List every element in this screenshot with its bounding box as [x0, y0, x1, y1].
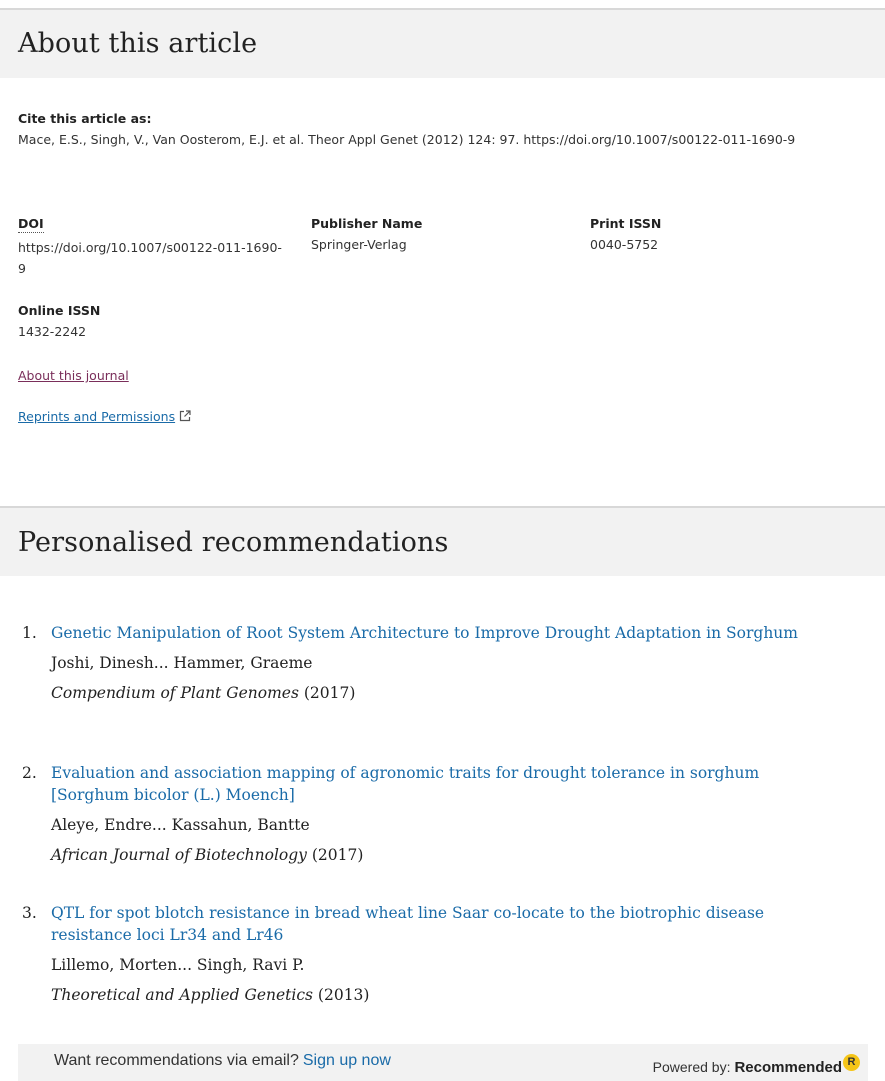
- recommended-brand[interactable]: Recommended: [734, 1059, 842, 1076]
- rec-journal: Compendium of Plant Genomes (2017): [51, 682, 841, 704]
- rec-journal: African Journal of Biotechnology (2017): [51, 844, 841, 866]
- rec-number: 2.: [22, 764, 37, 782]
- online-issn-block: Online ISSN 1432-2242: [18, 300, 218, 342]
- reprints-link-label: Reprints and Permissions: [18, 409, 176, 424]
- rec-title-link[interactable]: QTL for spot blotch resistance in bread …: [51, 902, 841, 946]
- rec-authors: Aleye, Endre... Kassahun, Bantte: [51, 816, 310, 834]
- rec-journal-name: Compendium of Plant Genomes: [51, 684, 299, 702]
- print-issn-block: Print ISSN 0040-5752: [590, 213, 790, 255]
- about-article-heading: About this article: [18, 28, 258, 59]
- footer-prompt-text: Want recommendations via email?: [54, 1052, 299, 1069]
- recommendations-heading: Personalised recommendations: [18, 527, 449, 558]
- recommended-logo-icon: R: [843, 1054, 860, 1071]
- rec-title-link[interactable]: Genetic Manipulation of Root System Arch…: [51, 622, 841, 644]
- publisher-block: Publisher Name Springer-Verlag: [311, 213, 561, 255]
- powered-by-label: Powered by:: [652, 1059, 731, 1075]
- cite-text: Mace, E.S., Singh, V., Van Oosterom, E.J…: [18, 132, 796, 147]
- rec-body: Evaluation and association mapping of ag…: [51, 762, 841, 866]
- rec-title-link[interactable]: Evaluation and association mapping of ag…: [51, 762, 841, 806]
- recommendations-header: Personalised recommendations: [0, 506, 885, 576]
- rec-authors: Joshi, Dinesh... Hammer, Graeme: [51, 654, 313, 672]
- rec-year: (2017): [303, 684, 356, 702]
- rec-year: (2013): [317, 986, 370, 1004]
- email-recommendations-prompt: Want recommendations via email? Sign up n…: [54, 1052, 391, 1070]
- rec-number: 1.: [22, 624, 37, 642]
- rec-journal: Theoretical and Applied Genetics (2013): [51, 984, 841, 1006]
- external-link-icon: [179, 410, 191, 422]
- rec-authors: Lillemo, Morten... Singh, Ravi P.: [51, 956, 305, 974]
- print-issn-label: Print ISSN: [590, 216, 662, 231]
- cite-block: Cite this article as: Mace, E.S., Singh,…: [18, 108, 868, 150]
- publisher-label: Publisher Name: [311, 216, 423, 231]
- doi-block: DOI https://doi.org/10.1007/s00122-011-1…: [18, 213, 288, 279]
- doi-value: https://doi.org/10.1007/s00122-011-1690-…: [18, 240, 282, 276]
- sign-up-link[interactable]: Sign up now: [303, 1052, 391, 1069]
- reprints-permissions-link[interactable]: Reprints and Permissions: [18, 409, 191, 424]
- recommendations-footer: Want recommendations via email? Sign up n…: [18, 1044, 868, 1081]
- rec-body: QTL for spot blotch resistance in bread …: [51, 902, 841, 1006]
- publisher-value: Springer-Verlag: [311, 237, 407, 252]
- about-article-header: About this article: [0, 8, 885, 78]
- online-issn-label: Online ISSN: [18, 303, 101, 318]
- powered-by: Powered by: Recommended R: [653, 1054, 860, 1076]
- rec-year: (2017): [311, 846, 364, 864]
- rec-journal-name: Theoretical and Applied Genetics: [51, 986, 313, 1004]
- print-issn-value: 0040-5752: [590, 237, 659, 252]
- about-journal-link[interactable]: About this journal: [18, 368, 129, 383]
- rec-number: 3.: [22, 904, 37, 922]
- rec-body: Genetic Manipulation of Root System Arch…: [51, 622, 841, 704]
- online-issn-value: 1432-2242: [18, 324, 87, 339]
- rec-journal-name: African Journal of Biotechnology: [51, 846, 307, 864]
- cite-label: Cite this article as:: [18, 111, 152, 126]
- doi-label[interactable]: DOI: [18, 215, 44, 233]
